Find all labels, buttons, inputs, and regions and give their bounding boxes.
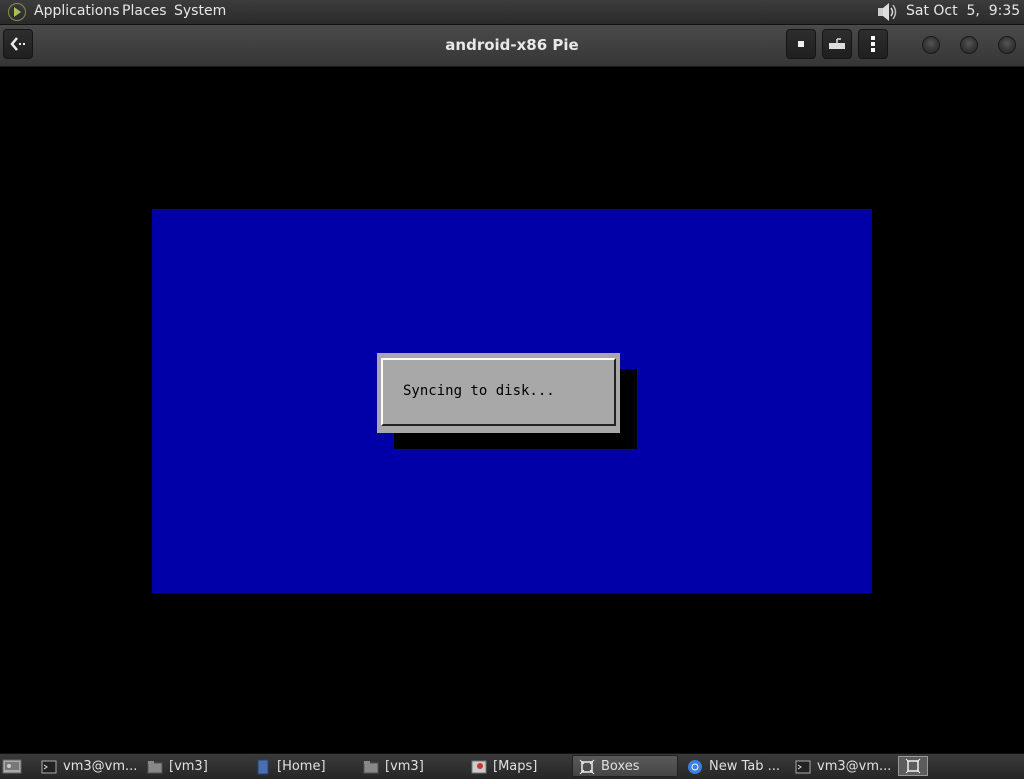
boxes-header-bar: android-x86 Pie xyxy=(0,25,1024,67)
close-button[interactable] xyxy=(998,36,1016,54)
task-label: Boxes xyxy=(601,759,640,774)
gnome-foot-icon[interactable] xyxy=(8,3,26,21)
boxes-icon xyxy=(579,759,595,775)
task-label: [Home] xyxy=(277,759,326,774)
task-folder-vm3-2[interactable]: [vm3] xyxy=(356,755,462,777)
maximize-button[interactable] xyxy=(960,36,978,54)
terminal-icon xyxy=(41,760,57,774)
show-desktop-icon[interactable] xyxy=(2,756,22,776)
vm-boot-screen: Syncing to disk... xyxy=(152,209,872,593)
chrome-icon xyxy=(688,760,702,774)
clock[interactable]: Sat Oct 5, 9:35 PM xyxy=(906,3,1024,19)
maps-icon xyxy=(471,760,487,774)
places-menu[interactable]: Places xyxy=(122,3,167,19)
stop-button[interactable] xyxy=(786,29,816,59)
top-panel: Applications Places System Sat Oct 5, 9:… xyxy=(0,0,1024,25)
workspace-switcher[interactable] xyxy=(898,756,928,776)
taskbar: vm3@vm... [vm3] [Home] [vm3] [Maps] Boxe… xyxy=(0,753,1024,779)
task-browser[interactable]: New Tab ... xyxy=(680,755,786,777)
boxes-workspace-icon xyxy=(905,758,921,774)
task-boxes[interactable]: Boxes xyxy=(572,755,678,777)
task-maps[interactable]: [Maps] xyxy=(464,755,570,777)
task-label: New Tab ... xyxy=(709,759,781,774)
task-label: [Maps] xyxy=(493,759,538,774)
folder-icon xyxy=(363,761,379,774)
task-label: vm3@vm... xyxy=(63,759,138,774)
task-label: [vm3] xyxy=(385,759,424,774)
menu-button[interactable] xyxy=(858,29,888,59)
minimize-button[interactable] xyxy=(922,36,940,54)
system-menu[interactable]: System xyxy=(174,3,226,19)
applications-menu[interactable]: Applications xyxy=(34,3,120,19)
terminal-icon xyxy=(795,760,811,774)
task-terminal-1[interactable]: vm3@vm... xyxy=(34,755,138,777)
task-terminal-2[interactable]: vm3@vm... xyxy=(788,755,894,777)
task-label: vm3@vm... xyxy=(817,759,892,774)
sync-dialog: Syncing to disk... xyxy=(377,353,620,433)
folder-icon xyxy=(147,761,163,774)
notebook-icon xyxy=(257,759,269,775)
stop-icon xyxy=(798,41,804,47)
task-label: [vm3] xyxy=(169,759,208,774)
keyboard-icon xyxy=(829,38,845,49)
send-keys-button[interactable] xyxy=(822,29,852,59)
vm-display[interactable]: Syncing to disk... xyxy=(0,67,1024,753)
sync-message: Syncing to disk... xyxy=(403,383,555,399)
task-home[interactable]: [Home] xyxy=(248,755,354,777)
vertical-dots-icon xyxy=(871,36,875,52)
task-folder-vm3-1[interactable]: [vm3] xyxy=(140,755,246,777)
volume-icon[interactable] xyxy=(876,2,898,22)
